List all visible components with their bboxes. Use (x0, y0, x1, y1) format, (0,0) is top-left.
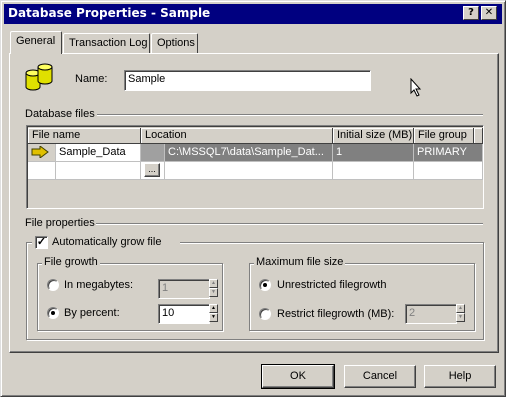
in-megabytes-input[interactable]: 1 (158, 279, 210, 299)
empty-file-name-cell[interactable] (56, 162, 141, 180)
row-pointer-cell (28, 144, 56, 162)
tab-transaction-log[interactable]: Transaction Log (63, 33, 150, 54)
ok-button[interactable]: OK (261, 364, 335, 389)
name-input-value: Sample (128, 73, 166, 85)
empty-row-pointer-cell (28, 162, 56, 180)
empty-file-group-cell[interactable] (414, 162, 483, 180)
tab-transaction-log-label: Transaction Log (69, 37, 148, 49)
location-cell[interactable]: C:\MSSQL7\data\Sample_Dat... (165, 144, 333, 162)
help-button[interactable]: Help (424, 365, 496, 388)
auto-grow-checkbox-visual[interactable]: ✓ (35, 236, 48, 249)
header-initial-size[interactable]: Initial size (MB) (333, 128, 414, 144)
header-file-group[interactable]: File group (414, 128, 474, 144)
restrict-spinner[interactable]: ▲ ▼ (456, 304, 465, 322)
cancel-button[interactable]: Cancel (344, 365, 416, 388)
tab-general[interactable]: General (10, 31, 62, 54)
by-percent-spinner[interactable]: ▲ ▼ (209, 304, 218, 322)
restrict-label[interactable]: Restrict filegrowth (MB): (277, 308, 394, 320)
row-pointer-icon (31, 145, 49, 159)
restrict-up-icon[interactable]: ▲ (456, 304, 465, 313)
file-group-cell[interactable]: PRIMARY (414, 144, 483, 162)
by-percent-up-icon[interactable]: ▲ (209, 304, 218, 313)
in-megabytes-radio[interactable] (47, 279, 59, 291)
by-percent-input[interactable]: 10 (158, 304, 210, 324)
auto-grow-label-text[interactable]: Automatically grow file (52, 236, 161, 248)
by-percent-value: 10 (162, 307, 175, 319)
empty-initial-size-cell[interactable] (333, 162, 414, 180)
initial-size-cell[interactable]: 1 (333, 144, 414, 162)
database-files-separator (97, 114, 483, 116)
location-browse-stub (141, 144, 165, 162)
in-megabytes-spinner[interactable]: ▲ ▼ (209, 279, 218, 297)
in-megabytes-label[interactable]: In megabytes: (64, 279, 133, 291)
title-bar[interactable]: Database Properties - Sample ? ✕ (4, 4, 502, 24)
database-properties-dialog: Database Properties - Sample ? ✕ General… (0, 0, 506, 397)
unrestricted-radio[interactable] (259, 279, 271, 291)
file-properties-label: File properties (25, 217, 95, 229)
browse-location-button[interactable]: ... (144, 163, 160, 177)
by-percent-down-icon[interactable]: ▼ (209, 313, 218, 322)
empty-location-browse-cell: ... (141, 162, 165, 180)
in-megabytes-up-icon[interactable]: ▲ (209, 279, 218, 288)
by-percent-radio[interactable] (47, 307, 59, 319)
unrestricted-label[interactable]: Unrestricted filegrowth (277, 279, 386, 291)
restrict-input[interactable]: 2 (405, 304, 457, 324)
header-filler (474, 128, 483, 144)
close-button[interactable]: ✕ (481, 6, 497, 20)
restrict-radio[interactable] (259, 308, 271, 320)
in-megabytes-value: 1 (162, 282, 169, 294)
header-location[interactable]: Location (141, 128, 333, 144)
window-title: Database Properties - Sample (8, 6, 211, 20)
help-title-button[interactable]: ? (463, 6, 479, 20)
in-megabytes-down-icon[interactable]: ▼ (209, 288, 218, 297)
restrict-down-icon[interactable]: ▼ (456, 313, 465, 322)
file-properties-separator (96, 223, 483, 225)
file-growth-title: File growth (42, 256, 100, 268)
tab-options[interactable]: Options (151, 33, 198, 54)
restrict-value: 2 (409, 307, 416, 319)
empty-location-cell[interactable] (165, 162, 333, 180)
by-percent-label[interactable]: By percent: (64, 307, 120, 319)
file-name-cell[interactable]: Sample_Data (56, 144, 141, 162)
database-icon (25, 63, 53, 91)
tab-options-label: Options (157, 37, 195, 49)
max-file-size-title: Maximum file size (254, 256, 346, 268)
header-file-name[interactable]: File name (28, 128, 141, 144)
name-label-text: Name: (75, 73, 108, 85)
mouse-cursor-icon (410, 78, 422, 97)
name-input[interactable]: Sample (124, 70, 371, 91)
database-files-grid[interactable]: File name Location Initial size (MB) Fil… (26, 125, 484, 209)
active-tab-join (11, 52, 61, 55)
tab-general-label: General (16, 35, 56, 47)
database-files-label: Database files (25, 108, 95, 120)
